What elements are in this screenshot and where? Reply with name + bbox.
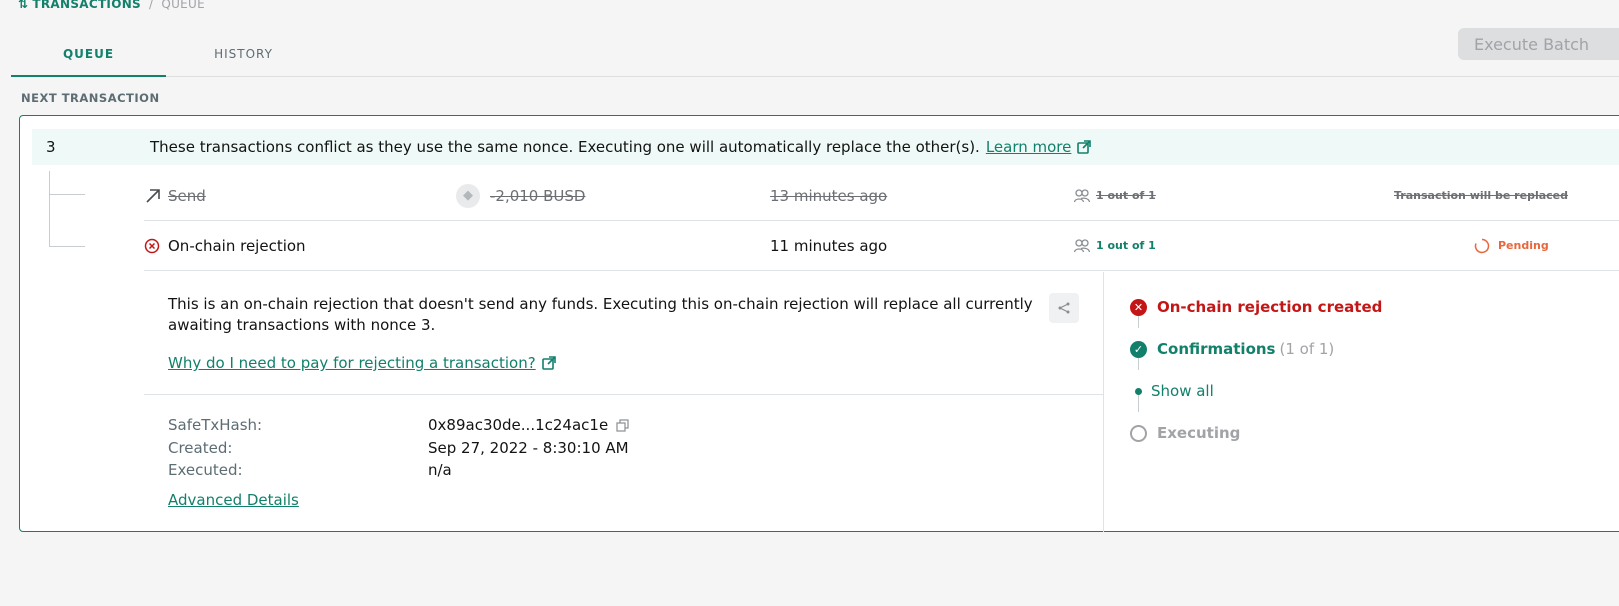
executed-value: n/a xyxy=(428,461,452,479)
executed-row: Executed: n/a xyxy=(168,461,452,479)
tree-connector xyxy=(49,171,50,247)
external-link-icon xyxy=(541,356,556,370)
share-button[interactable] xyxy=(1049,293,1079,323)
timeline-executing: Executing xyxy=(1130,424,1240,442)
transaction-row-rejection[interactable]: On-chain rejection 11 minutes ago 1 out … xyxy=(144,221,1619,271)
copy-icon[interactable] xyxy=(616,418,629,432)
status-timeline: ✕ On-chain rejection created ✓ Confirmat… xyxy=(1130,286,1619,526)
transaction-amount: -2,010 BUSD xyxy=(490,186,586,205)
tree-branch xyxy=(49,246,85,247)
signers-count: 1 out of 1 xyxy=(1096,189,1156,202)
error-circle-icon: ✕ xyxy=(1130,298,1147,316)
learn-more-link[interactable]: Learn more xyxy=(986,138,1072,156)
breadcrumb-transactions[interactable]: ⇅ TRANSACTIONS xyxy=(18,0,141,11)
tree-branch xyxy=(49,194,85,195)
details-divider xyxy=(144,394,1104,395)
outgoing-arrow-icon xyxy=(146,188,160,203)
breadcrumb-current: QUEUE xyxy=(161,0,206,11)
signers-count: 1 out of 1 xyxy=(1096,239,1156,252)
breadcrumb-separator: / xyxy=(149,0,154,11)
transaction-row-send[interactable]: Send ◆ -2,010 BUSD 13 minutes ago 1 out … xyxy=(144,171,1619,221)
empty-circle-icon xyxy=(1130,424,1147,442)
transfer-arrows-icon: ⇅ xyxy=(18,0,29,11)
transaction-group-card: 3 These transactions conflict as they us… xyxy=(19,115,1619,532)
transaction-status: Transaction will be replaced xyxy=(1394,189,1568,202)
check-circle-icon: ✓ xyxy=(1130,340,1147,358)
nonce-label: 3 xyxy=(46,138,56,156)
tab-queue[interactable]: QUEUE xyxy=(11,32,166,77)
dot-icon xyxy=(1130,387,1147,395)
timeline-show-all[interactable]: Show all xyxy=(1130,382,1214,400)
safe-tx-hash-row: SafeTxHash: 0x89ac30de...1c24ac1e xyxy=(168,416,629,434)
share-icon xyxy=(1058,302,1070,314)
rejection-description: This is an on-chain rejection that doesn… xyxy=(168,295,1033,334)
safe-tx-hash-value: 0x89ac30de...1c24ac1e xyxy=(428,416,609,434)
transaction-details: This is an on-chain rejection that doesn… xyxy=(144,272,1104,532)
rejection-icon xyxy=(144,238,160,253)
owners-icon xyxy=(1074,188,1090,202)
breadcrumb: ⇅ TRANSACTIONS / QUEUE xyxy=(18,0,205,11)
tab-history[interactable]: HISTORY xyxy=(166,32,321,76)
created-row: Created: Sep 27, 2022 - 8:30:10 AM xyxy=(168,439,629,457)
created-value: Sep 27, 2022 - 8:30:10 AM xyxy=(428,439,629,457)
timeline-created: ✕ On-chain rejection created xyxy=(1130,298,1382,316)
owners-icon xyxy=(1074,238,1090,252)
conflict-message: These transactions conflict as they use … xyxy=(150,138,980,156)
why-pay-rejection-link[interactable]: Why do I need to pay for rejecting a tra… xyxy=(168,354,556,372)
timeline-confirmations: ✓ Confirmations (1 of 1) xyxy=(1130,340,1334,358)
advanced-details-link[interactable]: Advanced Details xyxy=(168,491,299,509)
conflict-banner: 3 These transactions conflict as they us… xyxy=(32,129,1619,165)
pending-spinner-icon xyxy=(1474,238,1490,253)
tab-bar: QUEUE HISTORY xyxy=(11,32,1619,77)
token-icon: ◆ xyxy=(456,183,480,208)
execute-batch-button[interactable]: Execute Batch xyxy=(1458,28,1619,60)
transaction-type: Send xyxy=(168,186,206,205)
transaction-type: On-chain rejection xyxy=(168,236,306,255)
external-link-icon[interactable] xyxy=(1077,140,1092,154)
transaction-time: 13 minutes ago xyxy=(770,186,888,205)
transaction-time: 11 minutes ago xyxy=(770,236,888,255)
section-label: NEXT TRANSACTION xyxy=(21,91,160,105)
transaction-status: Pending xyxy=(1498,239,1549,252)
